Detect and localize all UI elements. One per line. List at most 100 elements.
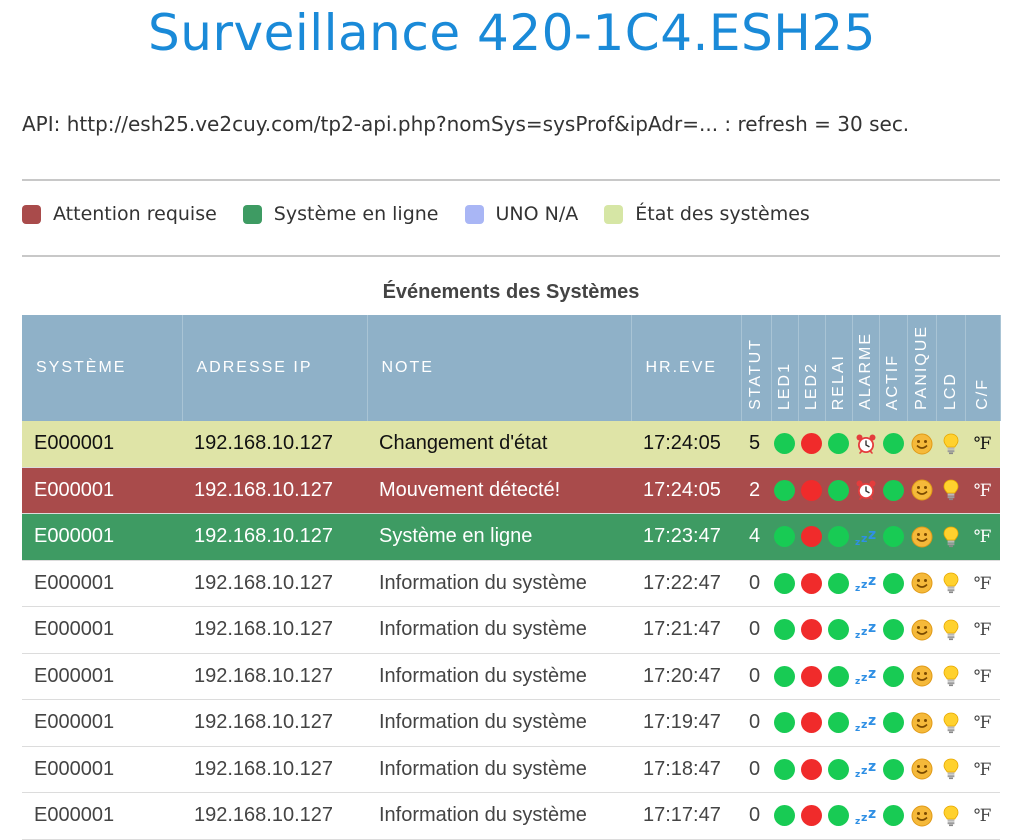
cell-panic [907,653,936,700]
cell-led1 [771,513,798,561]
legend: Attention requise Système en ligne UNO N… [22,203,836,225]
cell-status: 0 [741,746,771,793]
cell-panic [907,467,936,514]
cell-time: 17:22:47 [631,560,741,607]
table-row-8[interactable]: E000001 192.168.10.127 Information du sy… [22,746,1000,793]
header-time[interactable]: HR.EVE [631,315,742,421]
active-on-indicator [882,479,904,501]
active-on-indicator [882,665,904,687]
cell-led2 [798,653,825,700]
header-led2-label: LED2 [802,361,820,410]
fahrenheit-icon: ℉ [973,713,992,734]
table-row-2[interactable]: E000001 192.168.10.127 Mouvement détecté… [22,467,1000,514]
led1-on-indicator [774,479,795,501]
cell-alarm: zzz [852,513,879,561]
lightbulb-icon [943,432,959,455]
header-panic[interactable]: PANIQUE [906,315,937,421]
lightbulb-icon [943,804,959,827]
table-row-7[interactable]: E000001 192.168.10.127 Information du sy… [22,699,1000,747]
cell-note: Système en ligne [367,513,631,561]
cell-active [879,792,907,840]
cell-relay [825,653,852,700]
cell-active [879,467,907,514]
cell-ip: 192.168.10.127 [182,606,367,654]
table-row-1[interactable]: E000001 192.168.10.127 Changement d'état… [22,421,1000,468]
header-alarm[interactable]: ALARME [851,315,880,421]
cell-led2 [798,746,825,793]
cell-lcd [936,560,965,607]
legend-swatch-online [242,204,262,224]
table-row-9[interactable]: E000001 192.168.10.127 Information du sy… [22,792,1000,840]
lightbulb-icon [943,711,959,734]
svg-text:z: z [855,677,860,686]
cell-lcd [936,699,965,747]
cell-time: 17:17:47 [631,792,741,840]
cell-panic [907,746,936,793]
header-active-label: ACTIF [884,353,901,410]
table-row-6[interactable]: E000001 192.168.10.127 Information du sy… [22,653,1000,700]
sleep-icon: zzz [854,804,878,827]
header-relay[interactable]: RELAI [824,315,853,421]
cell-ip: 192.168.10.127 [182,513,367,561]
cell-panic [907,513,936,561]
led2-off-indicator [801,479,822,501]
relay-on-indicator [828,479,849,501]
relay-on-indicator [828,619,849,641]
cell-time: 17:21:47 [631,606,741,654]
cell-alarm [852,421,879,468]
header-panic-label: PANIQUE [912,325,930,410]
cell-note: Changement d'état [367,421,631,468]
svg-text:z: z [855,770,860,779]
cell-relay [825,699,852,747]
sleep-icon: zzz [854,618,878,641]
relay-on-indicator [828,572,849,594]
smiley-icon [911,804,933,827]
header-status[interactable]: STATUT [740,315,772,421]
table-row-4[interactable]: E000001 192.168.10.127 Information du sy… [22,560,1000,607]
svg-text:z: z [861,532,867,545]
header-lcd[interactable]: LCD [935,315,966,421]
cell-active [879,606,907,654]
cell-relay [825,792,852,840]
cell-alarm: zzz [852,746,879,793]
header-relay-label: RELAI [829,353,847,410]
cell-note: Information du système [367,746,631,793]
cell-active [879,513,907,561]
cell-relay [825,606,852,654]
header-cf[interactable]: C/F [964,315,1001,421]
led1-on-indicator [774,433,795,455]
cell-ip: 192.168.10.127 [182,467,367,514]
cell-cf: ℉ [965,699,1000,747]
cell-ip: 192.168.10.127 [182,421,367,468]
cell-led1 [771,467,798,514]
header-note[interactable]: NOTE [367,315,632,421]
cell-system: E000001 [22,792,182,840]
header-led2[interactable]: LED2 [797,315,826,421]
cell-status: 0 [741,653,771,700]
header-ip[interactable]: ADRESSE IP [182,315,368,421]
cell-system: E000001 [22,560,182,607]
cell-led1 [771,746,798,793]
header-system[interactable]: SYSTÈME [22,315,183,421]
cell-alarm: zzz [852,792,879,840]
led1-on-indicator [774,526,795,548]
table-row-5[interactable]: E000001 192.168.10.127 Information du sy… [22,606,1000,654]
table-row-3[interactable]: E000001 192.168.10.127 Système en ligne … [22,513,1000,561]
svg-text:z: z [868,620,876,636]
header-led1[interactable]: LED1 [770,315,799,421]
svg-text:z: z [855,817,860,826]
svg-text:z: z [861,671,867,684]
lightbulb-icon [943,618,959,641]
relay-on-indicator [828,433,849,455]
smiley-icon [911,525,933,548]
led2-off-indicator [801,526,822,548]
cell-cf: ℉ [965,513,1000,561]
led1-on-indicator [774,572,795,594]
cell-active [879,699,907,747]
cell-ip: 192.168.10.127 [182,699,367,747]
header-active[interactable]: ACTIF [878,315,908,421]
cell-note: Information du système [367,792,631,840]
fahrenheit-icon: ℉ [973,759,992,780]
cell-active [879,653,907,700]
cell-time: 17:24:05 [631,421,741,468]
